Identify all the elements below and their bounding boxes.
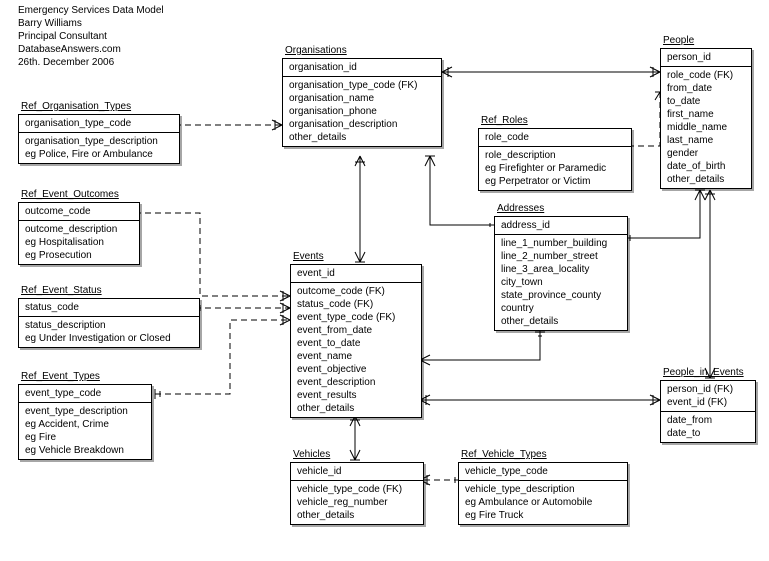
diagram-header: Emergency Services Data Model Barry Will… [18, 4, 164, 69]
entity-ref-event-status: Ref_Event_Status status_code status_desc… [18, 298, 200, 348]
entity-title: People [663, 35, 694, 46]
entity-title: Ref_Roles [481, 115, 528, 126]
entity-title: Ref_Event_Types [21, 371, 100, 382]
diagram-site: DatabaseAnswers.com [18, 43, 164, 56]
diagram-date: 26th. December 2006 [18, 56, 164, 69]
entity-events: Events event_id outcome_code (FK) status… [290, 264, 422, 418]
entity-title: People_in_Events [663, 367, 744, 378]
entity-ref-organisation-types: Ref_Organisation_Types organisation_type… [18, 114, 180, 164]
entity-ref-roles: Ref_Roles role_code role_description eg … [478, 128, 632, 191]
entity-ref-event-outcomes: Ref_Event_Outcomes outcome_code outcome_… [18, 202, 140, 265]
entity-title: Addresses [497, 203, 544, 214]
diagram-author: Barry Williams [18, 17, 164, 30]
entity-people-in-events: People_in_Events person_id (FK) event_id… [660, 380, 756, 443]
entity-title: Ref_Event_Outcomes [21, 189, 119, 200]
diagram-role: Principal Consultant [18, 30, 164, 43]
entity-people: People person_id role_code (FK) from_dat… [660, 48, 752, 189]
entity-title: Events [293, 251, 324, 262]
entity-organisations: Organisations organisation_id organisati… [282, 58, 442, 147]
entity-title: Ref_Organisation_Types [21, 101, 131, 112]
entity-addresses: Addresses address_id line_1_number_build… [494, 216, 628, 331]
entity-title: Vehicles [293, 449, 330, 460]
entity-ref-vehicle-types: Ref_Vehicle_Types vehicle_type_code vehi… [458, 462, 628, 525]
diagram-title: Emergency Services Data Model [18, 4, 164, 17]
entity-ref-event-types: Ref_Event_Types event_type_code event_ty… [18, 384, 152, 460]
entity-title: Ref_Vehicle_Types [461, 449, 547, 460]
entity-title: Organisations [285, 45, 347, 56]
entity-title: Ref_Event_Status [21, 285, 102, 296]
entity-vehicles: Vehicles vehicle_id vehicle_type_code (F… [290, 462, 424, 525]
